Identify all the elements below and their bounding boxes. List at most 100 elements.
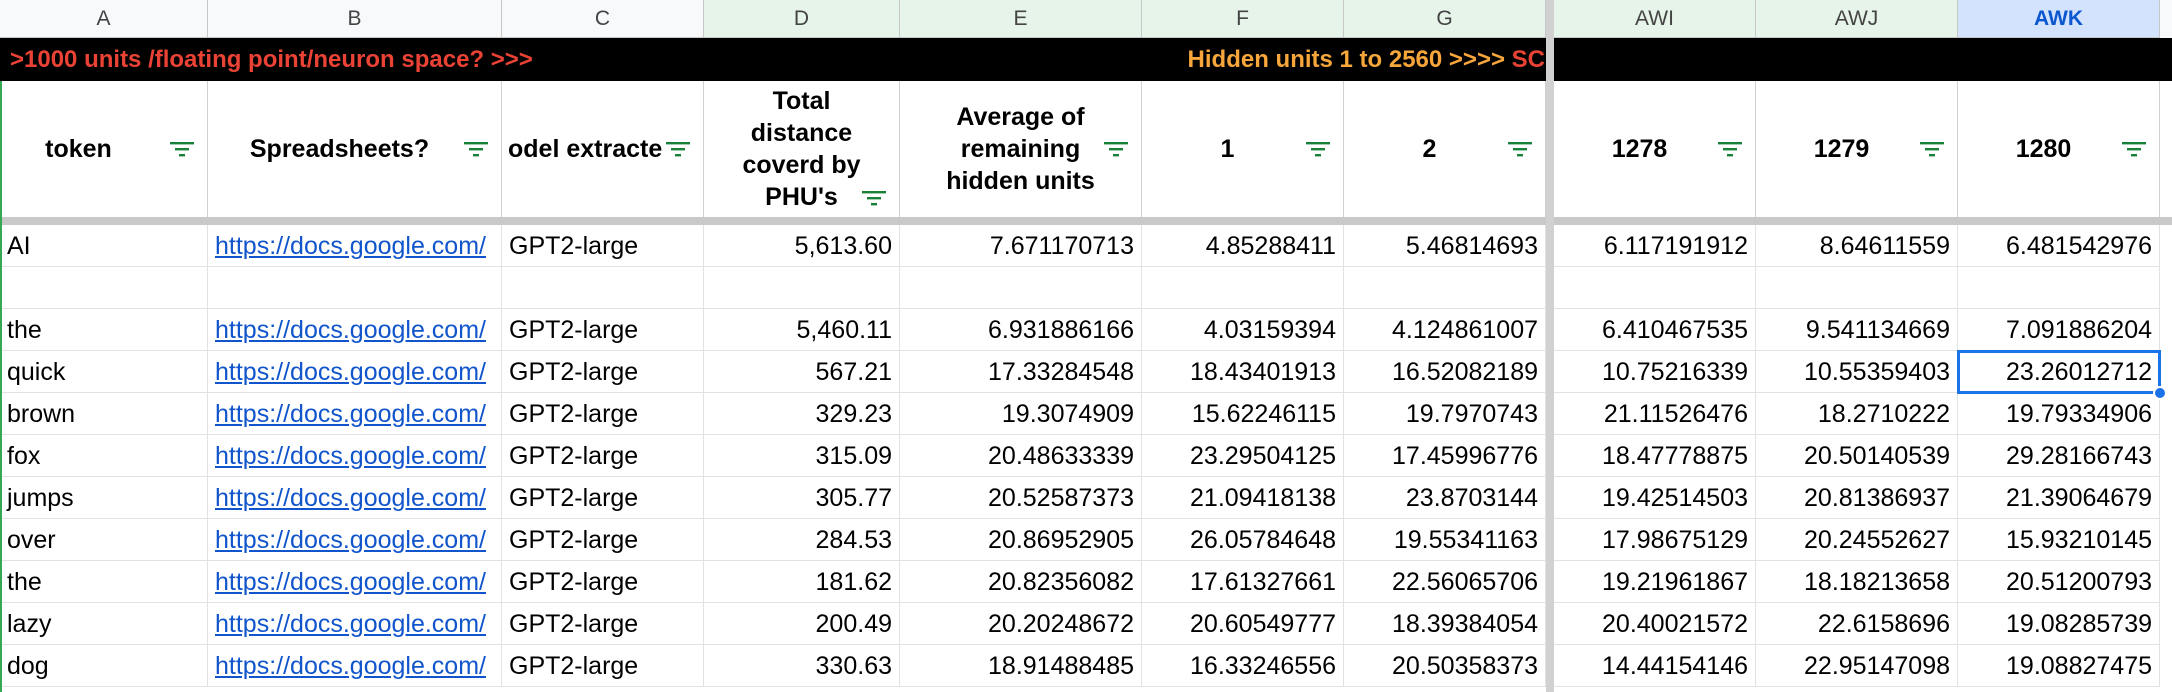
cell[interactable]: 5,613.60	[704, 225, 900, 267]
cell[interactable]: GPT2-large	[502, 393, 704, 435]
cell[interactable]: GPT2-large	[502, 477, 704, 519]
cell-link[interactable]: https://docs.google.com/	[208, 645, 502, 687]
cell[interactable]: 19.79334906	[1958, 393, 2160, 435]
cell[interactable]	[1554, 267, 1756, 309]
cell[interactable]: 20.48633339	[900, 435, 1142, 477]
header-cell-7[interactable]: 1278	[1554, 81, 1756, 217]
cell[interactable]: 22.56065706	[1344, 561, 1546, 603]
cell[interactable]: 18.43401913	[1142, 351, 1344, 393]
cell[interactable]: 22.6158696	[1756, 603, 1958, 645]
cell[interactable]: 9.541134669	[1756, 309, 1958, 351]
header-cell-2[interactable]: odel extracte	[502, 81, 704, 217]
cell[interactable]	[1958, 267, 2160, 309]
cell[interactable]: 17.98675129	[1554, 519, 1756, 561]
filter-icon[interactable]	[861, 189, 887, 207]
cell[interactable]: 16.52082189	[1344, 351, 1546, 393]
cell[interactable]: 4.85288411	[1142, 225, 1344, 267]
cell[interactable]: 23.29504125	[1142, 435, 1344, 477]
cell[interactable]: 16.33246556	[1142, 645, 1344, 687]
cell-link[interactable]: https://docs.google.com/	[208, 519, 502, 561]
cell[interactable]: 17.61327661	[1142, 561, 1344, 603]
cell[interactable]	[0, 267, 208, 309]
cell[interactable]: 7.671170713	[900, 225, 1142, 267]
cell[interactable]: 305.77	[704, 477, 900, 519]
cell[interactable]: 21.39064679	[1958, 477, 2160, 519]
cell[interactable]	[502, 267, 704, 309]
cell[interactable]: 23.26012712	[1958, 351, 2160, 393]
cell[interactable]: 26.05784648	[1142, 519, 1344, 561]
filter-icon[interactable]	[1305, 140, 1331, 158]
header-cell-1[interactable]: Spreadsheets?	[208, 81, 502, 217]
cell[interactable]: 20.20248672	[900, 603, 1142, 645]
header-cell-5[interactable]: 1	[1142, 81, 1344, 217]
cell[interactable]: 20.50358373	[1344, 645, 1546, 687]
cell[interactable]: 5,460.11	[704, 309, 900, 351]
cell[interactable]: AI	[0, 225, 208, 267]
column-letter-g[interactable]: G	[1344, 0, 1546, 38]
cell[interactable]: 19.08285739	[1958, 603, 2160, 645]
cell[interactable]	[900, 267, 1142, 309]
frozen-column-divider[interactable]	[1546, 0, 1554, 692]
cell[interactable]: 21.09418138	[1142, 477, 1344, 519]
cell-link[interactable]: https://docs.google.com/	[208, 435, 502, 477]
cell[interactable]: GPT2-large	[502, 225, 704, 267]
cell[interactable]: the	[0, 561, 208, 603]
cell[interactable]: GPT2-large	[502, 351, 704, 393]
cell-link[interactable]: https://docs.google.com/	[208, 351, 502, 393]
cell[interactable]: 20.60549777	[1142, 603, 1344, 645]
cell[interactable]: 18.39384054	[1344, 603, 1546, 645]
cell[interactable]: 18.2710222	[1756, 393, 1958, 435]
cell[interactable]: 20.82356082	[900, 561, 1142, 603]
cell[interactable]: 19.7970743	[1344, 393, 1546, 435]
cell[interactable]: 315.09	[704, 435, 900, 477]
cell[interactable]: 330.63	[704, 645, 900, 687]
cell[interactable]: GPT2-large	[502, 309, 704, 351]
filter-icon[interactable]	[1103, 140, 1129, 158]
cell[interactable]: 20.50140539	[1756, 435, 1958, 477]
cell[interactable]: 4.124861007	[1344, 309, 1546, 351]
header-cell-0[interactable]: token	[0, 81, 208, 217]
cell[interactable]: 19.55341163	[1344, 519, 1546, 561]
cell[interactable]: 20.81386937	[1756, 477, 1958, 519]
cell[interactable]: 10.75216339	[1554, 351, 1756, 393]
cell-link[interactable]: https://docs.google.com/	[208, 561, 502, 603]
cell[interactable]: GPT2-large	[502, 519, 704, 561]
cell[interactable]: 6.931886166	[900, 309, 1142, 351]
cell[interactable]: 18.18213658	[1756, 561, 1958, 603]
filter-icon[interactable]	[169, 140, 195, 158]
cell[interactable]: quick	[0, 351, 208, 393]
cell-link[interactable]: https://docs.google.com/	[208, 225, 502, 267]
filter-icon[interactable]	[1717, 140, 1743, 158]
cell-link[interactable]: https://docs.google.com/	[208, 393, 502, 435]
header-cell-6[interactable]: 2	[1344, 81, 1546, 217]
cell[interactable]: brown	[0, 393, 208, 435]
column-letter-awk[interactable]: AWK	[1958, 0, 2160, 38]
header-cell-3[interactable]: Total distance coverd by PHU's	[704, 81, 900, 217]
column-letter-a[interactable]: A	[0, 0, 208, 38]
cell[interactable]: 7.091886204	[1958, 309, 2160, 351]
column-letter-d[interactable]: D	[704, 0, 900, 38]
cell[interactable]: 329.23	[704, 393, 900, 435]
column-letter-c[interactable]: C	[502, 0, 704, 38]
cell-link[interactable]: https://docs.google.com/	[208, 477, 502, 519]
cell[interactable]: dog	[0, 645, 208, 687]
cell[interactable]: 23.8703144	[1344, 477, 1546, 519]
cell[interactable]: 17.33284548	[900, 351, 1142, 393]
cell[interactable]: fox	[0, 435, 208, 477]
cell[interactable]: 19.21961867	[1554, 561, 1756, 603]
cell[interactable]: 20.86952905	[900, 519, 1142, 561]
cell[interactable]: 20.52587373	[900, 477, 1142, 519]
header-cell-9[interactable]: 1280	[1958, 81, 2160, 217]
filter-icon[interactable]	[665, 140, 691, 158]
cell[interactable]: GPT2-large	[502, 603, 704, 645]
cell[interactable]: 5.46814693	[1344, 225, 1546, 267]
header-cell-8[interactable]: 1279	[1756, 81, 1958, 217]
cell[interactable]	[1756, 267, 1958, 309]
frozen-row-divider[interactable]	[0, 217, 2172, 225]
fill-handle[interactable]	[2153, 386, 2167, 400]
cell[interactable]: 8.64611559	[1756, 225, 1958, 267]
cell[interactable]: GPT2-large	[502, 645, 704, 687]
column-letter-e[interactable]: E	[900, 0, 1142, 38]
cell-link[interactable]: https://docs.google.com/	[208, 603, 502, 645]
cell-link[interactable]	[208, 267, 502, 309]
